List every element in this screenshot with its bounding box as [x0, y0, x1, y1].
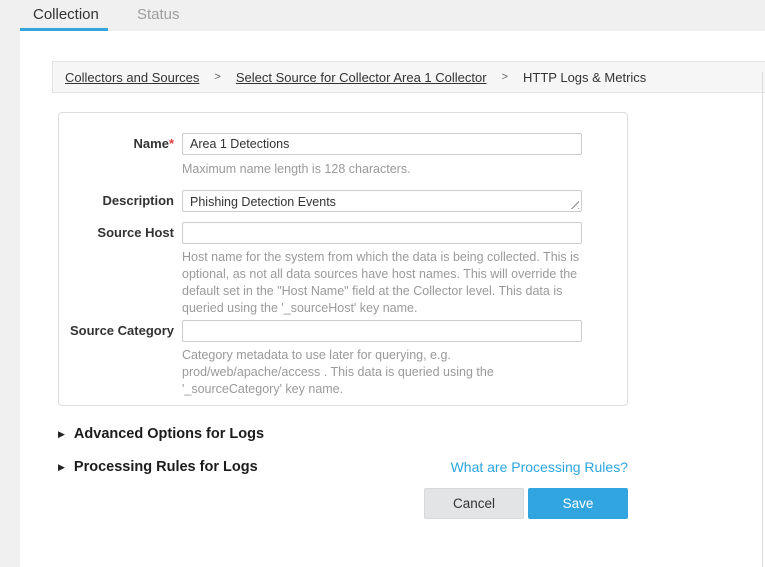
- breadcrumb-separator-icon: >: [502, 71, 508, 83]
- source-category-row: Source Category Category metadata to use…: [59, 320, 627, 400]
- name-row: Name* Maximum name length is 128 charact…: [59, 133, 627, 190]
- right-edge-divider: [762, 72, 763, 567]
- sections-and-actions: ▶ Advanced Options for Logs ▶ Processing…: [58, 426, 628, 519]
- tab-status[interactable]: Status: [137, 6, 180, 23]
- source-category-input[interactable]: [182, 320, 582, 342]
- breadcrumb: Collectors and Sources > Select Source f…: [52, 61, 765, 93]
- breadcrumb-current-page: HTTP Logs & Metrics: [523, 70, 646, 85]
- tab-collection[interactable]: Collection: [33, 6, 99, 23]
- tab-bar: Collection Status: [0, 0, 765, 31]
- section-processing-rules-label: Processing Rules for Logs: [74, 459, 258, 475]
- source-config-page: { "tabs": [ { "label": "Collection", "ac…: [0, 0, 765, 567]
- name-helper-text: Maximum name length is 128 characters.: [182, 161, 582, 178]
- breadcrumb-collectors-and-sources[interactable]: Collectors and Sources: [65, 70, 199, 85]
- source-host-row: Source Host Host name for the system fro…: [59, 222, 627, 320]
- processing-rules-help-link[interactable]: What are Processing Rules?: [451, 459, 628, 475]
- description-input[interactable]: Phishing Detection Events: [182, 190, 582, 212]
- section-advanced-options-label: Advanced Options for Logs: [74, 426, 264, 442]
- section-processing-rules[interactable]: ▶ Processing Rules for Logs: [58, 459, 258, 475]
- name-label: Name*: [59, 133, 182, 190]
- description-row: Description Phishing Detection Events: [59, 190, 627, 212]
- source-form-card: Name* Maximum name length is 128 charact…: [58, 112, 628, 406]
- cancel-button[interactable]: Cancel: [424, 488, 524, 519]
- breadcrumb-separator-icon: >: [214, 71, 220, 83]
- breadcrumb-select-source[interactable]: Select Source for Collector Area 1 Colle…: [236, 70, 487, 85]
- source-host-input[interactable]: [182, 222, 582, 244]
- caret-right-icon: ▶: [58, 460, 65, 475]
- source-host-label: Source Host: [59, 222, 182, 320]
- source-category-label: Source Category: [59, 320, 182, 400]
- content-panel: Collectors and Sources > Select Source f…: [20, 31, 765, 567]
- caret-right-icon: ▶: [58, 427, 65, 442]
- required-asterisk: *: [169, 136, 174, 151]
- source-host-helper-text: Host name for the system from which the …: [182, 249, 582, 317]
- source-category-helper-text: Category metadata to use later for query…: [182, 347, 582, 398]
- name-input[interactable]: [182, 133, 582, 155]
- action-buttons: Cancel Save: [58, 488, 628, 519]
- description-label: Description: [59, 190, 182, 212]
- save-button[interactable]: Save: [528, 488, 628, 519]
- section-advanced-options[interactable]: ▶ Advanced Options for Logs: [58, 426, 628, 442]
